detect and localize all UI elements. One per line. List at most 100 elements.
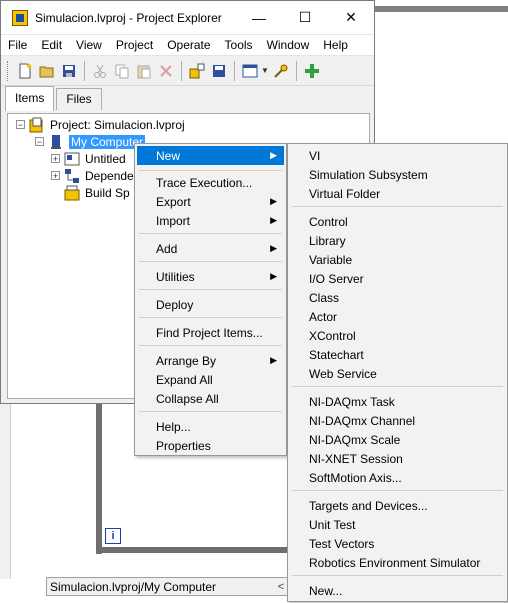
submenu-item-variable[interactable]: Variable [290, 250, 505, 269]
toolbar-grip[interactable] [7, 60, 11, 81]
submenu-item-softmotion-axis[interactable]: SoftMotion Axis... [290, 468, 505, 487]
submenu-arrow-icon: ▶ [270, 271, 277, 281]
menu-separator [292, 206, 503, 207]
cut-icon[interactable] [89, 60, 111, 82]
submenu-item-nidaqmx-scale[interactable]: NI-DAQmx Scale [290, 430, 505, 449]
menu-edit[interactable]: Edit [34, 35, 69, 55]
submenu-arrow-icon: ▶ [270, 196, 277, 206]
dependencies-icon [64, 168, 80, 184]
submenu-item-robotics-environment-simulator[interactable]: Robotics Environment Simulator [290, 553, 505, 572]
info-icon[interactable]: i [105, 528, 121, 544]
submenu-item-nidaqmx-task[interactable]: NI-DAQmx Task [290, 392, 505, 411]
menu-item-trace-execution[interactable]: Trace Execution... [137, 173, 284, 192]
submenu-item-control[interactable]: Control [290, 212, 505, 231]
submenu-item-xcontrol[interactable]: XControl [290, 326, 505, 345]
menu-window[interactable]: Window [260, 35, 317, 55]
run-icon[interactable] [301, 60, 323, 82]
vi-icon [64, 151, 80, 167]
maximize-button[interactable]: ☐ [282, 1, 328, 34]
expand-icon[interactable]: + [51, 171, 60, 181]
menu-item-help[interactable]: Help... [137, 417, 284, 436]
properties-icon[interactable] [270, 60, 292, 82]
menu-item-arrange-by[interactable]: Arrange By ▶ [137, 351, 284, 370]
delete-icon[interactable] [155, 60, 177, 82]
menu-help[interactable]: Help [316, 35, 355, 55]
build-icon[interactable] [186, 60, 208, 82]
menu-item-import[interactable]: Import ▶ [137, 211, 284, 230]
submenu-item-targets-and-devices[interactable]: Targets and Devices... [290, 496, 505, 515]
menu-label-new: New [156, 148, 181, 163]
open-icon[interactable] [36, 60, 58, 82]
submenu-item-actor[interactable]: Actor [290, 307, 505, 326]
computer-icon [48, 134, 64, 150]
tab-files[interactable]: Files [56, 88, 102, 110]
view-icon[interactable] [239, 60, 261, 82]
menu-separator [292, 490, 503, 491]
submenu-item-nidaqmx-channel[interactable]: NI-DAQmx Channel [290, 411, 505, 430]
paste-icon[interactable] [133, 60, 155, 82]
submenu-item-virtual-folder[interactable]: Virtual Folder [290, 184, 505, 203]
save-all-icon[interactable] [58, 60, 80, 82]
menu-item-add[interactable]: Add ▶ [137, 239, 284, 258]
submenu-item-simulation-subsystem[interactable]: Simulation Subsystem [290, 165, 505, 184]
menu-item-export[interactable]: Export ▶ [137, 192, 284, 211]
menu-item-new[interactable]: New ▶ [137, 146, 284, 165]
close-button[interactable]: ✕ [328, 1, 374, 34]
tree-item-my-computer[interactable]: − My Computer [35, 133, 146, 150]
submenu-arrow-icon: ▶ [270, 150, 277, 160]
copy-icon[interactable] [111, 60, 133, 82]
tree-label-untitled: Untitled [85, 151, 126, 166]
submenu-item-new-dialog[interactable]: New... [290, 581, 505, 600]
diagram-left-scrollbar[interactable] [0, 404, 11, 579]
menu-separator [139, 289, 282, 290]
toolbar-separator [296, 60, 297, 81]
tab-items[interactable]: Items [5, 86, 55, 111]
diagram-top-edge [375, 6, 508, 12]
collapse-icon[interactable]: − [35, 137, 44, 147]
toolbar-separator [84, 60, 85, 81]
tree-item-untitled[interactable]: + Untitled [51, 150, 126, 167]
submenu-item-statechart[interactable]: Statechart [290, 345, 505, 364]
labview-project-icon [12, 9, 28, 26]
menu-item-utilities[interactable]: Utilities ▶ [137, 267, 284, 286]
menu-label-import: Import [156, 213, 191, 228]
tree-label-dependencies: Depende [85, 168, 134, 183]
title-bar[interactable]: Simulacion.lvproj - Project Explorer — ☐… [1, 1, 374, 35]
save-icon[interactable] [208, 60, 230, 82]
collapse-icon[interactable]: − [16, 120, 25, 130]
tree-item-project[interactable]: − Project: Simulacion.lvproj [16, 116, 185, 133]
submenu-item-io-server[interactable]: I/O Server [290, 269, 505, 288]
menu-file[interactable]: File [1, 35, 34, 55]
build-specs-icon [64, 185, 80, 201]
submenu-item-nixnet-session[interactable]: NI-XNET Session [290, 449, 505, 468]
chevron-down-icon[interactable]: ▼ [261, 66, 270, 75]
submenu-arrow-icon: ▶ [270, 243, 277, 253]
menu-separator [139, 345, 282, 346]
menu-view[interactable]: View [69, 35, 109, 55]
menu-label-utilities: Utilities [156, 269, 195, 284]
submenu-item-test-vectors[interactable]: Test Vectors [290, 534, 505, 553]
toolbar-separator [234, 60, 235, 81]
menu-operate[interactable]: Operate [160, 35, 217, 55]
tree-item-build-specs[interactable]: Build Sp [64, 184, 130, 201]
expand-icon[interactable]: + [51, 154, 60, 164]
menu-project[interactable]: Project [109, 35, 160, 55]
submenu-item-vi[interactable]: VI [290, 146, 505, 165]
menu-item-find-project-items[interactable]: Find Project Items... [137, 323, 284, 342]
submenu-item-library[interactable]: Library [290, 231, 505, 250]
tree-item-dependencies[interactable]: + Depende [51, 167, 134, 184]
menu-item-deploy[interactable]: Deploy [137, 295, 284, 314]
new-icon[interactable] [14, 60, 36, 82]
minimize-button[interactable]: — [236, 1, 282, 34]
menu-label-export: Export [156, 194, 191, 209]
submenu-item-unit-test[interactable]: Unit Test [290, 515, 505, 534]
menu-item-properties[interactable]: Properties [137, 436, 284, 455]
project-icon [29, 117, 45, 133]
menu-tools[interactable]: Tools [218, 35, 260, 55]
submenu-arrow-icon: ▶ [270, 215, 277, 225]
window-title: Simulacion.lvproj - Project Explorer [35, 10, 222, 25]
menu-item-collapse-all[interactable]: Collapse All [137, 389, 284, 408]
menu-item-expand-all[interactable]: Expand All [137, 370, 284, 389]
submenu-item-web-service[interactable]: Web Service [290, 364, 505, 383]
submenu-item-class[interactable]: Class [290, 288, 505, 307]
